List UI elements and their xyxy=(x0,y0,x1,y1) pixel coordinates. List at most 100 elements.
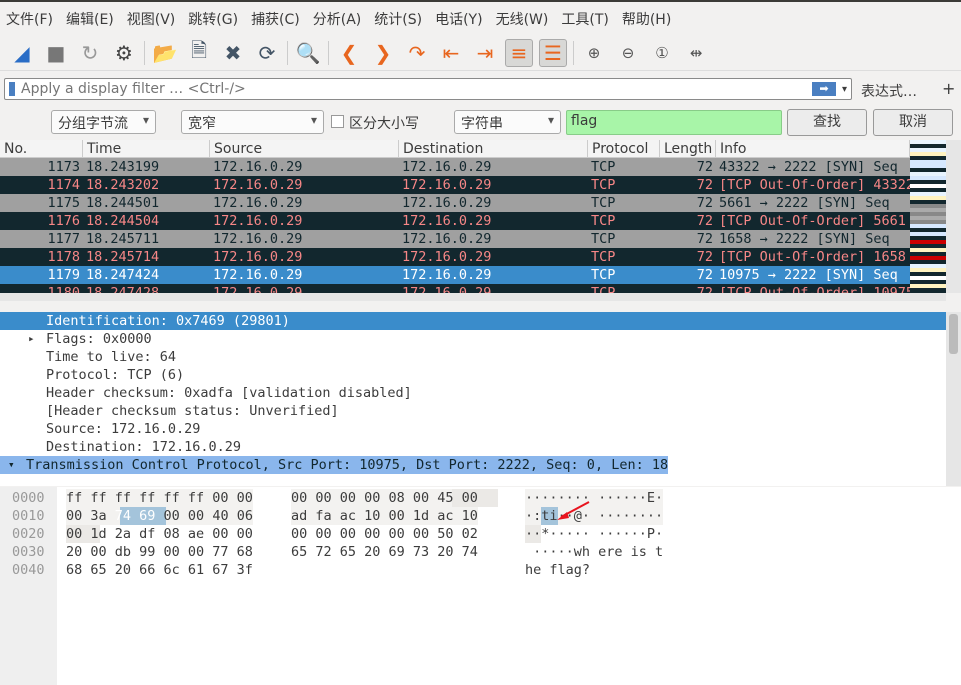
expand-arrow-icon[interactable]: ▾ xyxy=(8,456,15,474)
column-header-destination[interactable]: Destination xyxy=(399,140,588,157)
column-header-protocol[interactable]: Protocol xyxy=(588,140,660,157)
packet-row[interactable]: 1174 18.243202 172.16.0.29 172.16.0.29 TCP 72… xyxy=(0,176,910,194)
expression-button[interactable]: 表达式… xyxy=(861,81,917,101)
menu-item[interactable]: 统计(S) xyxy=(374,9,422,29)
find-input[interactable]: flag xyxy=(566,110,782,135)
hex-ascii: ·····wh ere is t xyxy=(525,544,664,560)
close-file-icon[interactable]: ✖ xyxy=(219,39,247,67)
hex-bytes-a: ff ff ff ff ff ff 00 00 xyxy=(66,489,253,507)
zoom-out-icon[interactable]: ⊖ xyxy=(614,39,642,67)
forward-icon[interactable]: ❯ xyxy=(369,39,397,67)
resize-columns-icon[interactable]: ⇹ xyxy=(682,39,710,67)
packet-list-scrollbar[interactable] xyxy=(946,140,961,293)
column-header-length[interactable]: Length xyxy=(660,140,716,157)
save-file-icon[interactable]: 🗎 xyxy=(185,38,213,67)
menu-item[interactable]: 分析(A) xyxy=(313,9,362,29)
packet-dst: 172.16.0.29 xyxy=(402,177,492,193)
details-scrollbar[interactable] xyxy=(946,312,961,486)
filter-history-dropdown-icon[interactable]: ▾ xyxy=(842,84,847,95)
packet-row[interactable]: 1177 18.245711 172.16.0.29 172.16.0.29 TCP 72… xyxy=(0,230,910,248)
apply-filter-arrow-icon[interactable]: ➡ xyxy=(811,82,836,96)
hex-bytes-a: 00 3a 74 69 00 00 40 06 xyxy=(66,507,253,525)
packet-len: 72 xyxy=(696,249,713,265)
back-icon[interactable]: ❮ xyxy=(335,39,363,67)
case-sensitive-checkbox[interactable] xyxy=(331,115,344,128)
packet-row[interactable]: 1178 18.245714 172.16.0.29 172.16.0.29 TCP 72… xyxy=(0,248,910,266)
column-header-no[interactable]: No. xyxy=(0,140,83,157)
packet-proto: TCP xyxy=(591,231,616,247)
last-packet-icon[interactable]: ⇥ xyxy=(471,39,499,67)
column-header-time[interactable]: Time xyxy=(83,140,210,157)
detail-text: Protocol: TCP (6) xyxy=(46,367,185,383)
detail-row[interactable]: Header checksum: 0xadfa [validation disa… xyxy=(0,384,946,402)
shark-fin-start-icon[interactable]: ◢ xyxy=(8,39,36,67)
charset-select[interactable]: 宽窄 xyxy=(181,110,324,134)
add-filter-button[interactable]: + xyxy=(942,79,955,98)
detail-row[interactable]: ▾ Transmission Control Protocol, Src Port… xyxy=(0,456,669,474)
find-button[interactable]: 查找 xyxy=(787,109,867,136)
packet-info: 10975 → 2222 [SYN] Seq xyxy=(719,267,898,283)
menu-item[interactable]: 电话(Y) xyxy=(435,9,482,29)
expand-arrow-icon[interactable]: ▸ xyxy=(28,330,35,348)
hex-bytes-a: 20 00 db 99 00 00 77 68 xyxy=(66,544,253,560)
packet-no: 1179 xyxy=(47,267,80,283)
options-gear-icon[interactable]: ⚙ xyxy=(110,39,138,67)
packet-proto: TCP xyxy=(591,267,616,283)
column-header-source[interactable]: Source xyxy=(210,140,399,157)
restart-icon[interactable]: ↻ xyxy=(76,39,104,67)
detail-row[interactable]: ▸ Flags: 0x0000 xyxy=(0,330,946,348)
packet-row[interactable]: 1176 18.244504 172.16.0.29 172.16.0.29 TCP 72… xyxy=(0,212,910,230)
menu-item[interactable]: 捕获(C) xyxy=(251,9,300,29)
menu-item[interactable]: 跳转(G) xyxy=(188,9,238,29)
packet-list: No. Time Source Destination Protocol Length In… xyxy=(0,140,910,300)
first-packet-icon[interactable]: ⇤ xyxy=(437,39,465,67)
open-file-icon[interactable]: 📂 xyxy=(151,39,179,67)
search-scope-select[interactable]: 分组字节流 xyxy=(51,110,156,134)
bookmark-icon[interactable] xyxy=(9,82,15,96)
packet-minimap[interactable] xyxy=(910,140,946,293)
search-icon[interactable]: 🔍 xyxy=(294,39,322,67)
detail-row[interactable]: Identification: 0x7469 (29801) xyxy=(0,312,946,330)
packet-proto: TCP xyxy=(591,213,616,229)
search-type-select[interactable]: 字符串 xyxy=(454,110,561,134)
cancel-button[interactable]: 取消 xyxy=(873,109,953,136)
detail-row[interactable]: Source: 172.16.0.29 xyxy=(0,420,946,438)
packet-dst: 172.16.0.29 xyxy=(402,195,492,211)
menu-item[interactable]: 视图(V) xyxy=(127,9,176,29)
stop-icon[interactable]: ■ xyxy=(42,39,70,67)
zoom-in-icon[interactable]: ⊕ xyxy=(580,39,608,67)
menu-item[interactable]: 工具(T) xyxy=(561,9,608,29)
detail-text: Source: 172.16.0.29 xyxy=(46,421,201,437)
packet-row[interactable]: 1179 18.247424 172.16.0.29 172.16.0.29 TCP 72… xyxy=(0,266,910,284)
menu-item[interactable]: 文件(F) xyxy=(6,9,53,29)
detail-row[interactable]: Destination: 172.16.0.29 xyxy=(0,438,946,456)
detail-row[interactable]: [Header checksum status: Unverified] xyxy=(0,402,946,420)
menu-item[interactable]: 编辑(E) xyxy=(66,9,114,29)
goto-packet-icon[interactable]: ↷ xyxy=(403,39,431,67)
toolbar-separator xyxy=(144,40,145,65)
menu-item[interactable]: 无线(W) xyxy=(496,9,549,29)
packet-no: 1173 xyxy=(47,159,80,175)
column-header-info[interactable]: Info xyxy=(716,140,910,157)
menu-item[interactable]: 帮助(H) xyxy=(622,9,671,29)
detail-row[interactable]: Time to live: 64 xyxy=(0,348,946,366)
packet-row[interactable]: 1173 18.243199 172.16.0.29 172.16.0.29 TCP 72… xyxy=(0,158,910,176)
packet-src: 172.16.0.29 xyxy=(213,159,303,175)
colorize-icon[interactable]: ☰ xyxy=(539,38,567,67)
normal-size-icon[interactable]: ① xyxy=(648,39,676,67)
packet-len: 72 xyxy=(696,231,713,247)
display-filter-input[interactable] xyxy=(21,81,812,97)
packet-details: Identification: 0x7469 (29801) ▸ Flags: 0x… xyxy=(0,312,946,486)
detail-row[interactable]: Protocol: TCP (6) xyxy=(0,366,946,384)
toolbar-separator xyxy=(287,40,288,65)
display-filter[interactable]: ➡ ▾ xyxy=(4,78,852,100)
find-bar: 分组字节流 宽窄 区分大小写 字符串 flag 查找 取消 xyxy=(0,106,961,138)
packet-src: 172.16.0.29 xyxy=(213,249,303,265)
packet-list-hscrollbar[interactable] xyxy=(0,293,946,301)
packet-no: 1176 xyxy=(47,213,80,229)
packet-src: 172.16.0.29 xyxy=(213,195,303,211)
reload-icon[interactable]: ⟳ xyxy=(253,39,281,67)
packet-row[interactable]: 1175 18.244501 172.16.0.29 172.16.0.29 TCP 72… xyxy=(0,194,910,212)
autoscroll-icon[interactable]: ≡ xyxy=(505,38,533,67)
detail-text: Flags: 0x0000 xyxy=(46,331,152,347)
